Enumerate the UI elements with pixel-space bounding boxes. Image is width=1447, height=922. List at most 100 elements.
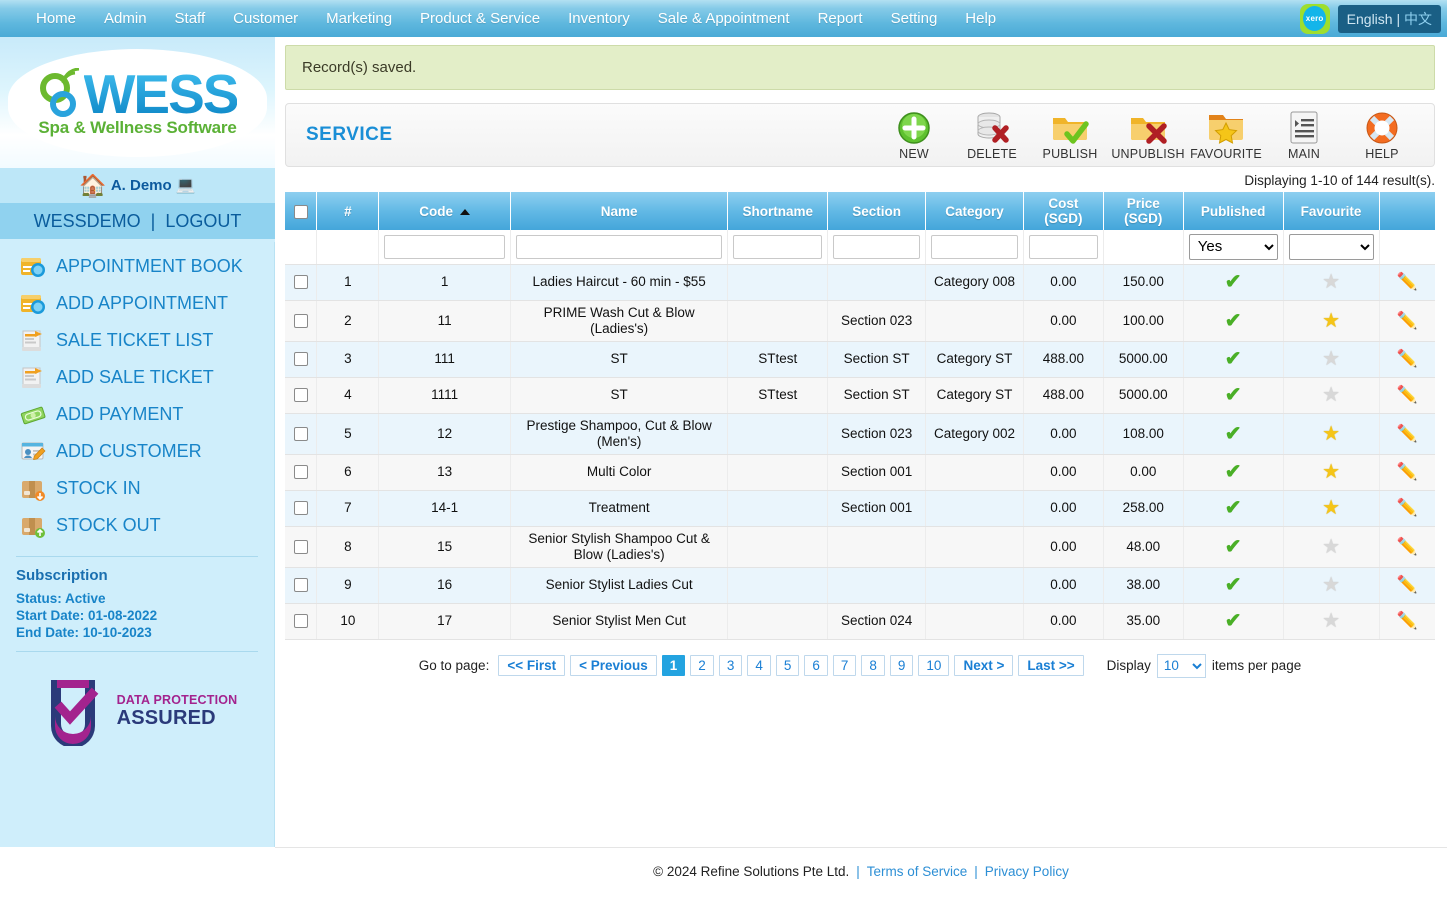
column-header-section[interactable]: Section	[827, 192, 927, 230]
edit-pencil-icon[interactable]: ✏️	[1397, 537, 1418, 556]
pagination-page-10[interactable]: 10	[918, 655, 950, 676]
toolbar-button-favourite[interactable]: FAVOURITE	[1190, 110, 1262, 161]
table-row[interactable]: 6 13 Multi Color Section 001 0.00 0.00 ✔ ★ ✏️	[285, 454, 1435, 491]
column-header-category[interactable]: Category	[925, 192, 1024, 230]
nav-item-sale-appointment[interactable]: Sale & Appointment	[644, 0, 804, 37]
star-empty-icon[interactable]: ★	[1322, 610, 1340, 632]
filter-input-cost[interactable]	[1028, 234, 1098, 259]
row-checkbox[interactable]	[293, 426, 308, 441]
pagination-page-1[interactable]: 1	[661, 655, 686, 676]
items-per-page-select[interactable]: 102050100	[1156, 653, 1206, 678]
nav-item-inventory[interactable]: Inventory	[554, 0, 644, 37]
star-filled-icon[interactable]: ★	[1322, 423, 1340, 445]
nav-item-admin[interactable]: Admin	[90, 0, 161, 37]
sidebar-item-sale-ticket-list[interactable]: SALE TICKET LIST	[0, 322, 274, 359]
star-empty-icon[interactable]: ★	[1322, 536, 1340, 558]
nav-item-marketing[interactable]: Marketing	[312, 0, 406, 37]
edit-pencil-icon[interactable]: ✏️	[1397, 611, 1418, 630]
toolbar-button-new[interactable]: NEW	[882, 110, 946, 161]
select-all-checkbox[interactable]	[293, 204, 308, 219]
privacy-policy-link[interactable]: Privacy Policy	[985, 864, 1069, 879]
toolbar-button-main[interactable]: MAIN	[1272, 110, 1336, 161]
filter-select-published[interactable]: YesNo	[1188, 233, 1278, 260]
sidebar-item-add-payment[interactable]: ADD PAYMENT	[0, 396, 274, 433]
star-empty-icon[interactable]: ★	[1322, 574, 1340, 596]
pagination-page-4[interactable]: 4	[747, 655, 771, 676]
table-row[interactable]: 4 1111 ST STtest Section ST Category ST 488.00…	[285, 377, 1435, 414]
table-row[interactable]: 10 17 Senior Stylist Men Cut Section 024 0.0…	[285, 603, 1435, 640]
row-checkbox[interactable]	[293, 352, 308, 367]
column-header-cost[interactable]: Cost (SGD)	[1023, 192, 1104, 230]
star-empty-icon[interactable]: ★	[1322, 348, 1340, 370]
pagination-page-6[interactable]: 6	[804, 655, 828, 676]
star-filled-icon[interactable]: ★	[1322, 310, 1340, 332]
table-row[interactable]: 1 1 Ladies Haircut - 60 min - $55 Category …	[285, 264, 1435, 301]
column-header-favourite[interactable]: Favourite	[1283, 192, 1380, 230]
sidebar-item-add-sale-ticket[interactable]: ADD SALE TICKET	[0, 359, 274, 396]
row-checkbox[interactable]	[293, 313, 308, 328]
column-header-published[interactable]: Published	[1183, 192, 1284, 230]
filter-select-favourite[interactable]: YesNo	[1288, 233, 1374, 260]
filter-input-code[interactable]	[384, 234, 505, 259]
xero-logo-icon[interactable]: xero	[1299, 3, 1330, 34]
sort-ascending-icon[interactable]	[460, 208, 470, 215]
nav-item-setting[interactable]: Setting	[877, 0, 952, 37]
table-row[interactable]: 8 15 Senior Stylish Shampoo Cut & Blow (La…	[285, 526, 1435, 568]
nav-item-product-service[interactable]: Product & Service	[406, 0, 554, 37]
toolbar-button-help[interactable]: HELP	[1350, 110, 1414, 161]
edit-pencil-icon[interactable]: ✏️	[1397, 311, 1418, 330]
table-row[interactable]: 9 16 Senior Stylist Ladies Cut 0.00 38.00 ✔ ★ ✏…	[285, 567, 1435, 604]
edit-pencil-icon[interactable]: ✏️	[1397, 424, 1418, 443]
column-header-num[interactable]: #	[316, 192, 380, 230]
pagination-page-5[interactable]: 5	[775, 655, 800, 676]
star-empty-icon[interactable]: ★	[1322, 384, 1340, 406]
brand-logo[interactable]: WESS Spa & Wellness Software	[0, 37, 275, 168]
table-row[interactable]: 2 11 PRIME Wash Cut & Blow (Ladies's) Secti…	[285, 300, 1435, 342]
language-switch-button[interactable]: English | 中文	[1337, 4, 1441, 33]
filter-input-category[interactable]	[931, 234, 1018, 259]
row-checkbox[interactable]	[293, 388, 308, 403]
filter-input-section[interactable]	[833, 234, 921, 259]
edit-pencil-icon[interactable]: ✏️	[1397, 575, 1418, 594]
filter-input-name[interactable]	[515, 234, 723, 259]
pagination-first-button[interactable]: << First	[498, 655, 566, 676]
row-checkbox[interactable]	[293, 275, 308, 290]
column-header-name[interactable]: Name	[510, 192, 729, 230]
nav-item-customer[interactable]: Customer	[219, 0, 312, 37]
nav-item-home[interactable]: Home	[22, 0, 90, 37]
nav-item-report[interactable]: Report	[804, 0, 877, 37]
column-header-check[interactable]	[285, 192, 318, 230]
star-empty-icon[interactable]: ★	[1322, 271, 1340, 293]
sidebar-item-stock-in[interactable]: STOCK IN	[0, 470, 274, 507]
row-checkbox[interactable]	[293, 578, 308, 593]
terms-of-service-link[interactable]: Terms of Service	[867, 864, 968, 879]
star-filled-icon[interactable]: ★	[1322, 461, 1340, 483]
edit-pencil-icon[interactable]: ✏️	[1397, 498, 1418, 517]
star-filled-icon[interactable]: ★	[1322, 497, 1340, 519]
pagination-last-button[interactable]: Last >>	[1018, 655, 1084, 676]
column-header-shortname[interactable]: Shortname	[727, 192, 829, 230]
pagination-page-9[interactable]: 9	[889, 655, 914, 676]
column-header-edit[interactable]	[1379, 192, 1435, 230]
column-header-code[interactable]: Code	[378, 192, 511, 230]
pagination-page-2[interactable]: 2	[690, 655, 714, 676]
row-checkbox[interactable]	[293, 614, 308, 629]
logout-link[interactable]: LOGOUT	[165, 211, 241, 232]
table-row[interactable]: 5 12 Prestige Shampoo, Cut & Blow (Men's) S…	[285, 413, 1435, 455]
pagination-previous-button[interactable]: < Previous	[570, 655, 657, 676]
nav-item-help[interactable]: Help	[951, 0, 1010, 37]
nav-item-staff[interactable]: Staff	[161, 0, 220, 37]
pagination-next-button[interactable]: Next >	[954, 655, 1014, 676]
edit-pencil-icon[interactable]: ✏️	[1397, 272, 1418, 291]
sidebar-item-add-appointment[interactable]: ADD APPOINTMENT	[0, 285, 274, 322]
row-checkbox[interactable]	[293, 501, 308, 516]
sidebar-item-appointment-book[interactable]: APPOINTMENT BOOK	[0, 248, 274, 285]
row-checkbox[interactable]	[293, 539, 308, 554]
toolbar-button-delete[interactable]: DELETE	[960, 110, 1024, 161]
edit-pencil-icon[interactable]: ✏️	[1397, 462, 1418, 481]
edit-pencil-icon[interactable]: ✏️	[1397, 385, 1418, 404]
filter-input-shortname[interactable]	[733, 234, 823, 259]
column-header-price[interactable]: Price (SGD)	[1103, 192, 1184, 230]
pagination-page-3[interactable]: 3	[718, 655, 743, 676]
row-checkbox[interactable]	[293, 465, 308, 480]
